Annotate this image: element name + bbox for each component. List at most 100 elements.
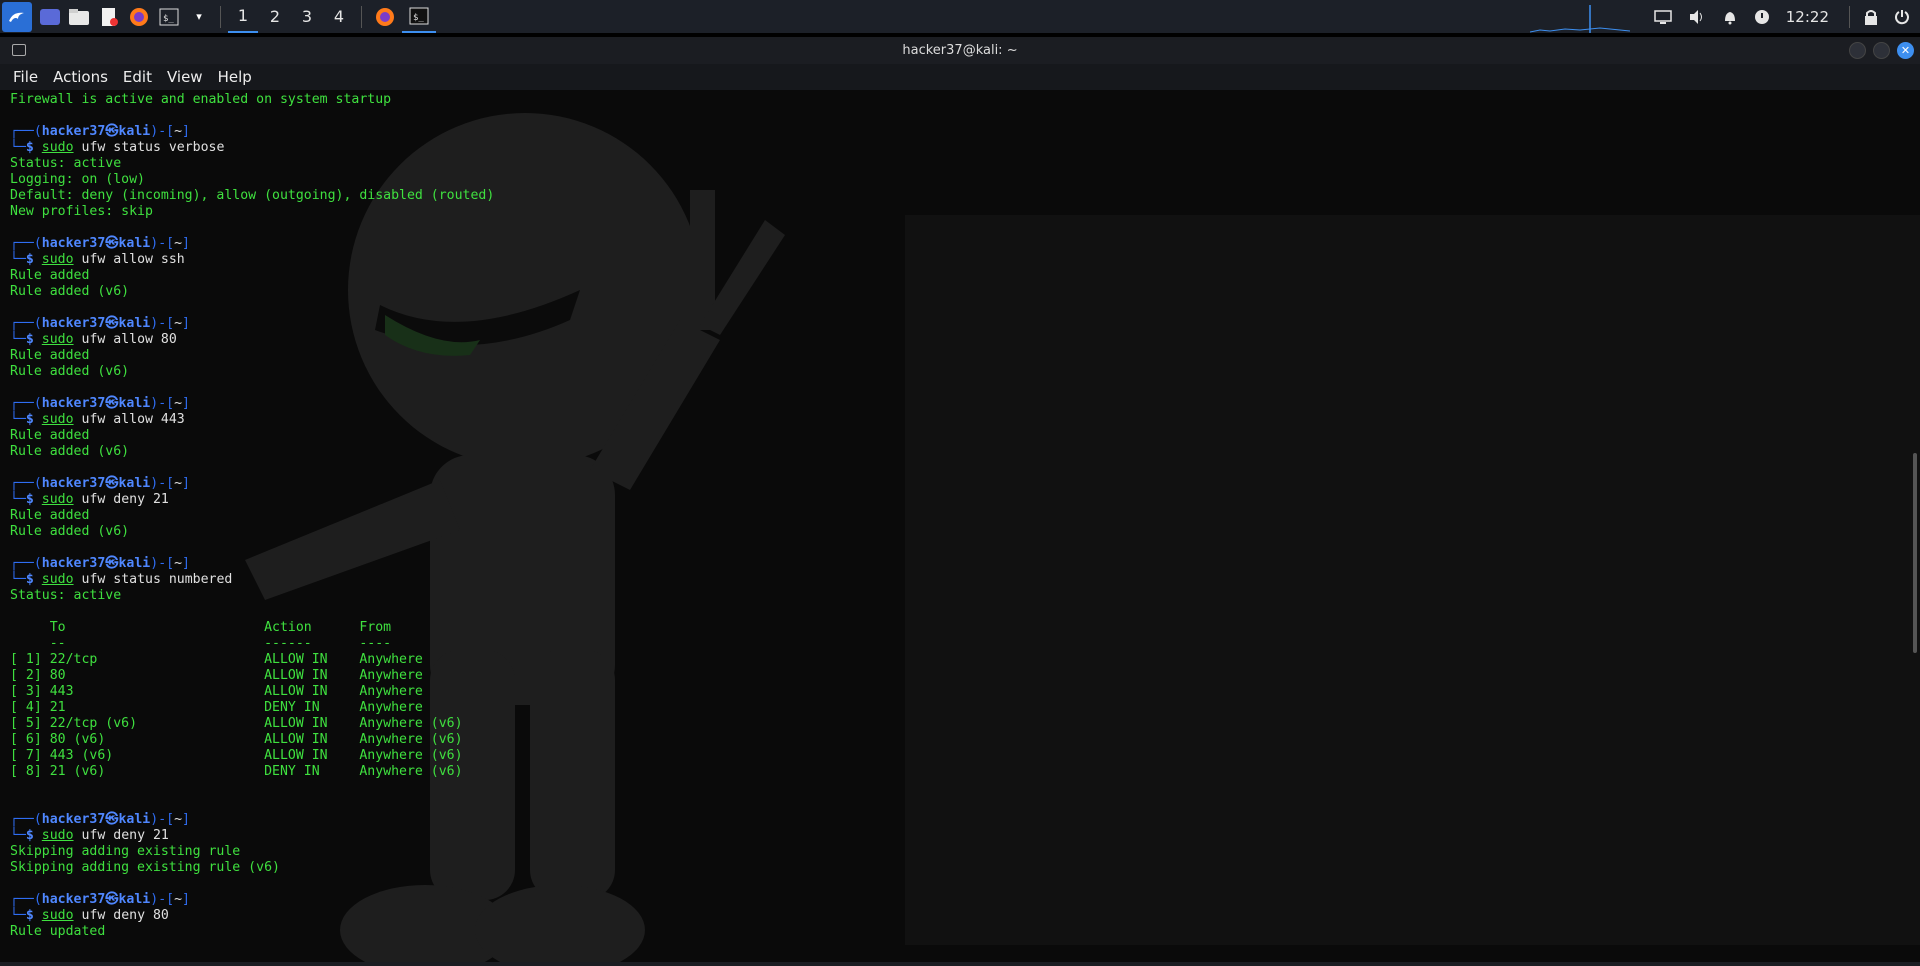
maximize-button[interactable] bbox=[1873, 42, 1890, 59]
prompt-at-symbol: ㉿ bbox=[105, 316, 119, 331]
prompt-host: kali bbox=[118, 812, 151, 827]
output-line: Rule added (v6) bbox=[10, 364, 494, 380]
prompt-frame: ] bbox=[182, 124, 190, 139]
taskbar-terminal[interactable]: $_ bbox=[402, 0, 436, 33]
file-manager-button[interactable] bbox=[68, 6, 90, 28]
terminal-area[interactable]: Firewall is active and enabled on system… bbox=[0, 90, 1920, 966]
terminal-icon: $_ bbox=[159, 8, 179, 25]
command-space bbox=[74, 412, 82, 427]
workspace-4[interactable]: 4 bbox=[324, 0, 354, 33]
prompt-at-symbol: ㉿ bbox=[105, 556, 119, 571]
svg-text:$_: $_ bbox=[163, 14, 174, 24]
command-text: ufw allow 80 bbox=[81, 332, 177, 347]
volume-icon[interactable] bbox=[1688, 9, 1706, 25]
output-line: [ 6] 80 (v6) ALLOW IN Anywhere (v6) bbox=[10, 732, 494, 748]
prompt-dir: ~ bbox=[174, 812, 183, 827]
logout-icon[interactable] bbox=[1894, 9, 1910, 25]
prompt-at-symbol: ㉿ bbox=[105, 236, 119, 251]
output-text: Rule updated bbox=[10, 924, 106, 939]
prompt-frame: └─ bbox=[10, 252, 26, 267]
output-text: [ 2] 80 ALLOW IN Anywhere bbox=[10, 668, 423, 683]
command-line: └─$ sudo ufw status numbered bbox=[10, 572, 494, 588]
prompt-dir: ~ bbox=[174, 476, 183, 491]
window-menu-icon[interactable] bbox=[12, 44, 26, 56]
scrollbar[interactable] bbox=[1913, 453, 1917, 653]
output-line: Rule added (v6) bbox=[10, 524, 494, 540]
command-space bbox=[74, 908, 82, 923]
output-line: [ 8] 21 (v6) DENY IN Anywhere (v6) bbox=[10, 764, 494, 780]
firefox-icon bbox=[376, 7, 394, 26]
command-text: ufw status verbose bbox=[81, 140, 225, 155]
command-space bbox=[74, 332, 82, 347]
prompt-header: ┌──(hacker37㉿kali)-[~] bbox=[10, 316, 494, 332]
prompt-host: kali bbox=[118, 236, 151, 251]
prompt-frame: ] bbox=[182, 556, 190, 571]
prompt-at-symbol: ㉿ bbox=[105, 892, 119, 907]
output-line: -- ------ ---- bbox=[10, 636, 494, 652]
prompt-frame: └─ bbox=[10, 492, 26, 507]
prompt-header: ┌──(hacker37㉿kali)-[~] bbox=[10, 812, 494, 828]
clock[interactable]: 12:22 bbox=[1786, 8, 1829, 26]
command-line: └─$ sudo ufw deny 80 bbox=[10, 908, 494, 924]
text-editor-button[interactable] bbox=[98, 6, 120, 28]
command-sudo: sudo bbox=[41, 828, 74, 843]
prompt-host: kali bbox=[118, 396, 151, 411]
workspace-3[interactable]: 3 bbox=[292, 0, 322, 33]
prompt-host: kali bbox=[118, 316, 151, 331]
lock-icon[interactable] bbox=[1864, 9, 1878, 25]
output-line: [ 7] 443 (v6) ALLOW IN Anywhere (v6) bbox=[10, 748, 494, 764]
prompt-dir: ~ bbox=[174, 124, 183, 139]
terminal-launcher[interactable]: $_ bbox=[158, 6, 180, 28]
menu-actions[interactable]: Actions bbox=[53, 68, 108, 86]
output-text: Rule added (v6) bbox=[10, 284, 130, 299]
workspace-2[interactable]: 2 bbox=[260, 0, 290, 33]
command-space bbox=[74, 252, 82, 267]
command-space bbox=[74, 492, 82, 507]
firefox-launcher[interactable] bbox=[128, 6, 150, 28]
svg-text:$_: $_ bbox=[413, 13, 424, 23]
output-text: [ 3] 443 ALLOW IN Anywhere bbox=[10, 684, 423, 699]
taskbar-firefox[interactable] bbox=[368, 0, 402, 33]
prompt-frame: )-[ bbox=[150, 556, 175, 571]
output-text: [ 8] 21 (v6) DENY IN Anywhere (v6) bbox=[10, 764, 463, 779]
command-line: └─$ sudo ufw allow 80 bbox=[10, 332, 494, 348]
prompt-at-symbol: ㉿ bbox=[105, 812, 119, 827]
menu-file[interactable]: File bbox=[13, 68, 38, 86]
workspace-1[interactable]: 1 bbox=[228, 0, 258, 33]
prompt-dir: ~ bbox=[174, 556, 183, 571]
command-line: └─$ sudo ufw allow 443 bbox=[10, 412, 494, 428]
prompt-header: ┌──(hacker37㉿kali)-[~] bbox=[10, 236, 494, 252]
power-manager-icon[interactable] bbox=[1754, 9, 1770, 25]
prompt-frame: ┌──( bbox=[10, 812, 42, 827]
prompt-dollar: $ bbox=[25, 828, 42, 843]
prompt-dollar: $ bbox=[25, 140, 42, 155]
close-button[interactable]: ✕ bbox=[1897, 42, 1914, 59]
prompt-dir: ~ bbox=[174, 316, 183, 331]
chevron-down-icon[interactable]: ▾ bbox=[188, 6, 210, 28]
kali-menu-button[interactable] bbox=[2, 1, 32, 32]
display-icon[interactable] bbox=[1654, 9, 1672, 24]
output-line: Firewall is active and enabled on system… bbox=[10, 92, 494, 108]
command-space bbox=[74, 140, 82, 155]
prompt-frame: ] bbox=[182, 892, 190, 907]
show-desktop-button[interactable] bbox=[40, 8, 60, 25]
prompt-user: hacker37 bbox=[41, 812, 106, 827]
minimize-button[interactable] bbox=[1849, 42, 1866, 59]
output-text: Status: active bbox=[10, 156, 122, 171]
menu-edit[interactable]: Edit bbox=[123, 68, 152, 86]
output-line: Default: deny (incoming), allow (outgoin… bbox=[10, 188, 494, 204]
output-text: Rule added (v6) bbox=[10, 444, 130, 459]
output-line: Rule added bbox=[10, 428, 494, 444]
output-line: [ 1] 22/tcp ALLOW IN Anywhere bbox=[10, 652, 494, 668]
command-sudo: sudo bbox=[41, 332, 74, 347]
menu-view[interactable]: View bbox=[167, 68, 203, 86]
notification-bell-icon[interactable] bbox=[1722, 9, 1738, 25]
window-titlebar[interactable]: hacker37@kali: ~ ✕ bbox=[0, 37, 1920, 64]
prompt-dollar: $ bbox=[25, 412, 42, 427]
menu-help[interactable]: Help bbox=[218, 68, 252, 86]
